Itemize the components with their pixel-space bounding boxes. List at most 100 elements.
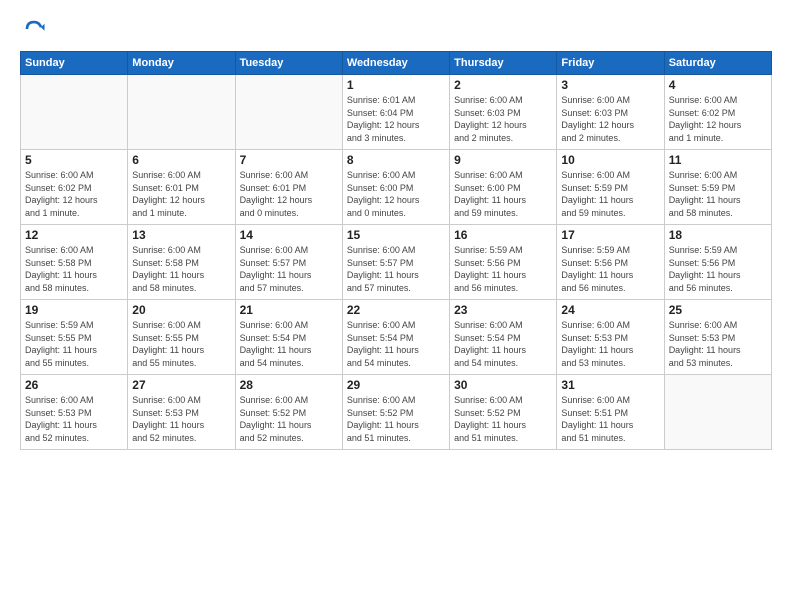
day-number: 7 <box>240 153 338 167</box>
day-number: 1 <box>347 78 445 92</box>
day-number: 27 <box>132 378 230 392</box>
day-number: 28 <box>240 378 338 392</box>
day-number: 9 <box>454 153 552 167</box>
calendar-cell <box>21 75 128 150</box>
calendar-cell: 20Sunrise: 6:00 AM Sunset: 5:55 PM Dayli… <box>128 300 235 375</box>
weekday-header-thursday: Thursday <box>450 52 557 75</box>
weekday-header-friday: Friday <box>557 52 664 75</box>
calendar-cell <box>664 375 771 450</box>
day-info: Sunrise: 6:00 AM Sunset: 5:57 PM Dayligh… <box>347 244 445 294</box>
calendar-header-row: SundayMondayTuesdayWednesdayThursdayFrid… <box>21 52 772 75</box>
day-info: Sunrise: 5:59 AM Sunset: 5:56 PM Dayligh… <box>669 244 767 294</box>
day-info: Sunrise: 6:00 AM Sunset: 6:00 PM Dayligh… <box>454 169 552 219</box>
day-number: 10 <box>561 153 659 167</box>
day-info: Sunrise: 6:00 AM Sunset: 6:03 PM Dayligh… <box>454 94 552 144</box>
calendar-week-2: 12 Sunrise: 6:00 AM Sunset: 5:58 PM Dayli… <box>21 225 772 300</box>
calendar-cell: 11 Sunrise: 6:00 AM Sunset: 5:59 PM Dayli… <box>664 150 771 225</box>
weekday-header-wednesday: Wednesday <box>342 52 449 75</box>
calendar-cell: 6Sunrise: 6:00 AM Sunset: 6:01 PM Daylig… <box>128 150 235 225</box>
day-info: Sunrise: 6:00 AM Sunset: 6:00 PM Dayligh… <box>347 169 445 219</box>
logo <box>20 15 52 43</box>
calendar-week-1: 5 Sunrise: 6:00 AM Sunset: 6:02 PM Daylig… <box>21 150 772 225</box>
day-info: Sunrise: 6:00 AM Sunset: 5:51 PM Dayligh… <box>561 394 659 444</box>
calendar-week-3: 19 Sunrise: 5:59 AM Sunset: 5:55 PM Dayli… <box>21 300 772 375</box>
calendar-cell: 16 Sunrise: 5:59 AM Sunset: 5:56 PM Dayli… <box>450 225 557 300</box>
day-number: 11 <box>669 153 767 167</box>
day-info: Sunrise: 6:00 AM Sunset: 5:58 PM Dayligh… <box>132 244 230 294</box>
calendar-cell: 23 Sunrise: 6:00 AM Sunset: 5:54 PM Dayli… <box>450 300 557 375</box>
day-info: Sunrise: 6:00 AM Sunset: 5:52 PM Dayligh… <box>240 394 338 444</box>
calendar-cell: 1 Sunrise: 6:01 AM Sunset: 6:04 PM Daylig… <box>342 75 449 150</box>
day-number: 29 <box>347 378 445 392</box>
day-number: 23 <box>454 303 552 317</box>
day-info: Sunrise: 6:01 AM Sunset: 6:04 PM Dayligh… <box>347 94 445 144</box>
calendar-cell: 29 Sunrise: 6:00 AM Sunset: 5:52 PM Dayli… <box>342 375 449 450</box>
day-number: 18 <box>669 228 767 242</box>
day-number: 3 <box>561 78 659 92</box>
calendar-cell: 9 Sunrise: 6:00 AM Sunset: 6:00 PM Daylig… <box>450 150 557 225</box>
calendar-cell: 28 Sunrise: 6:00 AM Sunset: 5:52 PM Dayli… <box>235 375 342 450</box>
day-number: 12 <box>25 228 123 242</box>
calendar-cell: 10 Sunrise: 6:00 AM Sunset: 5:59 PM Dayli… <box>557 150 664 225</box>
day-info: Sunrise: 6:00 AM Sunset: 6:01 PM Dayligh… <box>240 169 338 219</box>
day-info: Sunrise: 6:00 AM Sunset: 5:59 PM Dayligh… <box>669 169 767 219</box>
calendar-cell <box>235 75 342 150</box>
day-info: Sunrise: 6:00 AM Sunset: 5:58 PM Dayligh… <box>25 244 123 294</box>
calendar-cell: 17Sunrise: 5:59 AM Sunset: 5:56 PM Dayli… <box>557 225 664 300</box>
day-number: 30 <box>454 378 552 392</box>
day-number: 21 <box>240 303 338 317</box>
day-number: 6 <box>132 153 230 167</box>
day-info: Sunrise: 6:00 AM Sunset: 6:02 PM Dayligh… <box>669 94 767 144</box>
calendar-cell: 7 Sunrise: 6:00 AM Sunset: 6:01 PM Daylig… <box>235 150 342 225</box>
calendar-cell: 12 Sunrise: 6:00 AM Sunset: 5:58 PM Dayli… <box>21 225 128 300</box>
calendar-cell: 14 Sunrise: 6:00 AM Sunset: 5:57 PM Dayli… <box>235 225 342 300</box>
day-info: Sunrise: 6:00 AM Sunset: 5:52 PM Dayligh… <box>347 394 445 444</box>
weekday-header-monday: Monday <box>128 52 235 75</box>
day-number: 26 <box>25 378 123 392</box>
day-info: Sunrise: 5:59 AM Sunset: 5:56 PM Dayligh… <box>454 244 552 294</box>
day-info: Sunrise: 6:00 AM Sunset: 6:02 PM Dayligh… <box>25 169 123 219</box>
day-number: 5 <box>25 153 123 167</box>
day-number: 20 <box>132 303 230 317</box>
calendar-cell: 24Sunrise: 6:00 AM Sunset: 5:53 PM Dayli… <box>557 300 664 375</box>
day-info: Sunrise: 6:00 AM Sunset: 5:54 PM Dayligh… <box>347 319 445 369</box>
calendar-cell: 8Sunrise: 6:00 AM Sunset: 6:00 PM Daylig… <box>342 150 449 225</box>
weekday-header-saturday: Saturday <box>664 52 771 75</box>
logo-icon <box>20 15 48 43</box>
calendar-cell: 13 Sunrise: 6:00 AM Sunset: 5:58 PM Dayli… <box>128 225 235 300</box>
day-info: Sunrise: 6:00 AM Sunset: 5:53 PM Dayligh… <box>132 394 230 444</box>
day-info: Sunrise: 5:59 AM Sunset: 5:55 PM Dayligh… <box>25 319 123 369</box>
calendar-week-0: 1 Sunrise: 6:01 AM Sunset: 6:04 PM Daylig… <box>21 75 772 150</box>
calendar-cell: 15 Sunrise: 6:00 AM Sunset: 5:57 PM Dayli… <box>342 225 449 300</box>
day-number: 19 <box>25 303 123 317</box>
day-info: Sunrise: 6:00 AM Sunset: 5:53 PM Dayligh… <box>25 394 123 444</box>
day-info: Sunrise: 6:00 AM Sunset: 5:54 PM Dayligh… <box>240 319 338 369</box>
day-number: 13 <box>132 228 230 242</box>
calendar-cell: 22 Sunrise: 6:00 AM Sunset: 5:54 PM Dayli… <box>342 300 449 375</box>
page: SundayMondayTuesdayWednesdayThursdayFrid… <box>0 0 792 612</box>
calendar-cell <box>128 75 235 150</box>
weekday-header-tuesday: Tuesday <box>235 52 342 75</box>
day-info: Sunrise: 6:00 AM Sunset: 5:54 PM Dayligh… <box>454 319 552 369</box>
calendar-cell: 2Sunrise: 6:00 AM Sunset: 6:03 PM Daylig… <box>450 75 557 150</box>
day-info: Sunrise: 6:00 AM Sunset: 5:59 PM Dayligh… <box>561 169 659 219</box>
day-number: 22 <box>347 303 445 317</box>
calendar-cell: 26 Sunrise: 6:00 AM Sunset: 5:53 PM Dayli… <box>21 375 128 450</box>
calendar-cell: 31Sunrise: 6:00 AM Sunset: 5:51 PM Dayli… <box>557 375 664 450</box>
day-number: 14 <box>240 228 338 242</box>
calendar-cell: 25 Sunrise: 6:00 AM Sunset: 5:53 PM Dayli… <box>664 300 771 375</box>
day-number: 16 <box>454 228 552 242</box>
calendar-cell: 30 Sunrise: 6:00 AM Sunset: 5:52 PM Dayli… <box>450 375 557 450</box>
day-info: Sunrise: 6:00 AM Sunset: 5:57 PM Dayligh… <box>240 244 338 294</box>
day-number: 25 <box>669 303 767 317</box>
weekday-header-sunday: Sunday <box>21 52 128 75</box>
day-number: 17 <box>561 228 659 242</box>
day-info: Sunrise: 6:00 AM Sunset: 5:52 PM Dayligh… <box>454 394 552 444</box>
calendar-cell: 4Sunrise: 6:00 AM Sunset: 6:02 PM Daylig… <box>664 75 771 150</box>
day-info: Sunrise: 6:00 AM Sunset: 5:53 PM Dayligh… <box>669 319 767 369</box>
day-number: 24 <box>561 303 659 317</box>
day-number: 15 <box>347 228 445 242</box>
calendar-table: SundayMondayTuesdayWednesdayThursdayFrid… <box>20 51 772 450</box>
calendar-cell: 21 Sunrise: 6:00 AM Sunset: 5:54 PM Dayli… <box>235 300 342 375</box>
calendar-cell: 5 Sunrise: 6:00 AM Sunset: 6:02 PM Daylig… <box>21 150 128 225</box>
